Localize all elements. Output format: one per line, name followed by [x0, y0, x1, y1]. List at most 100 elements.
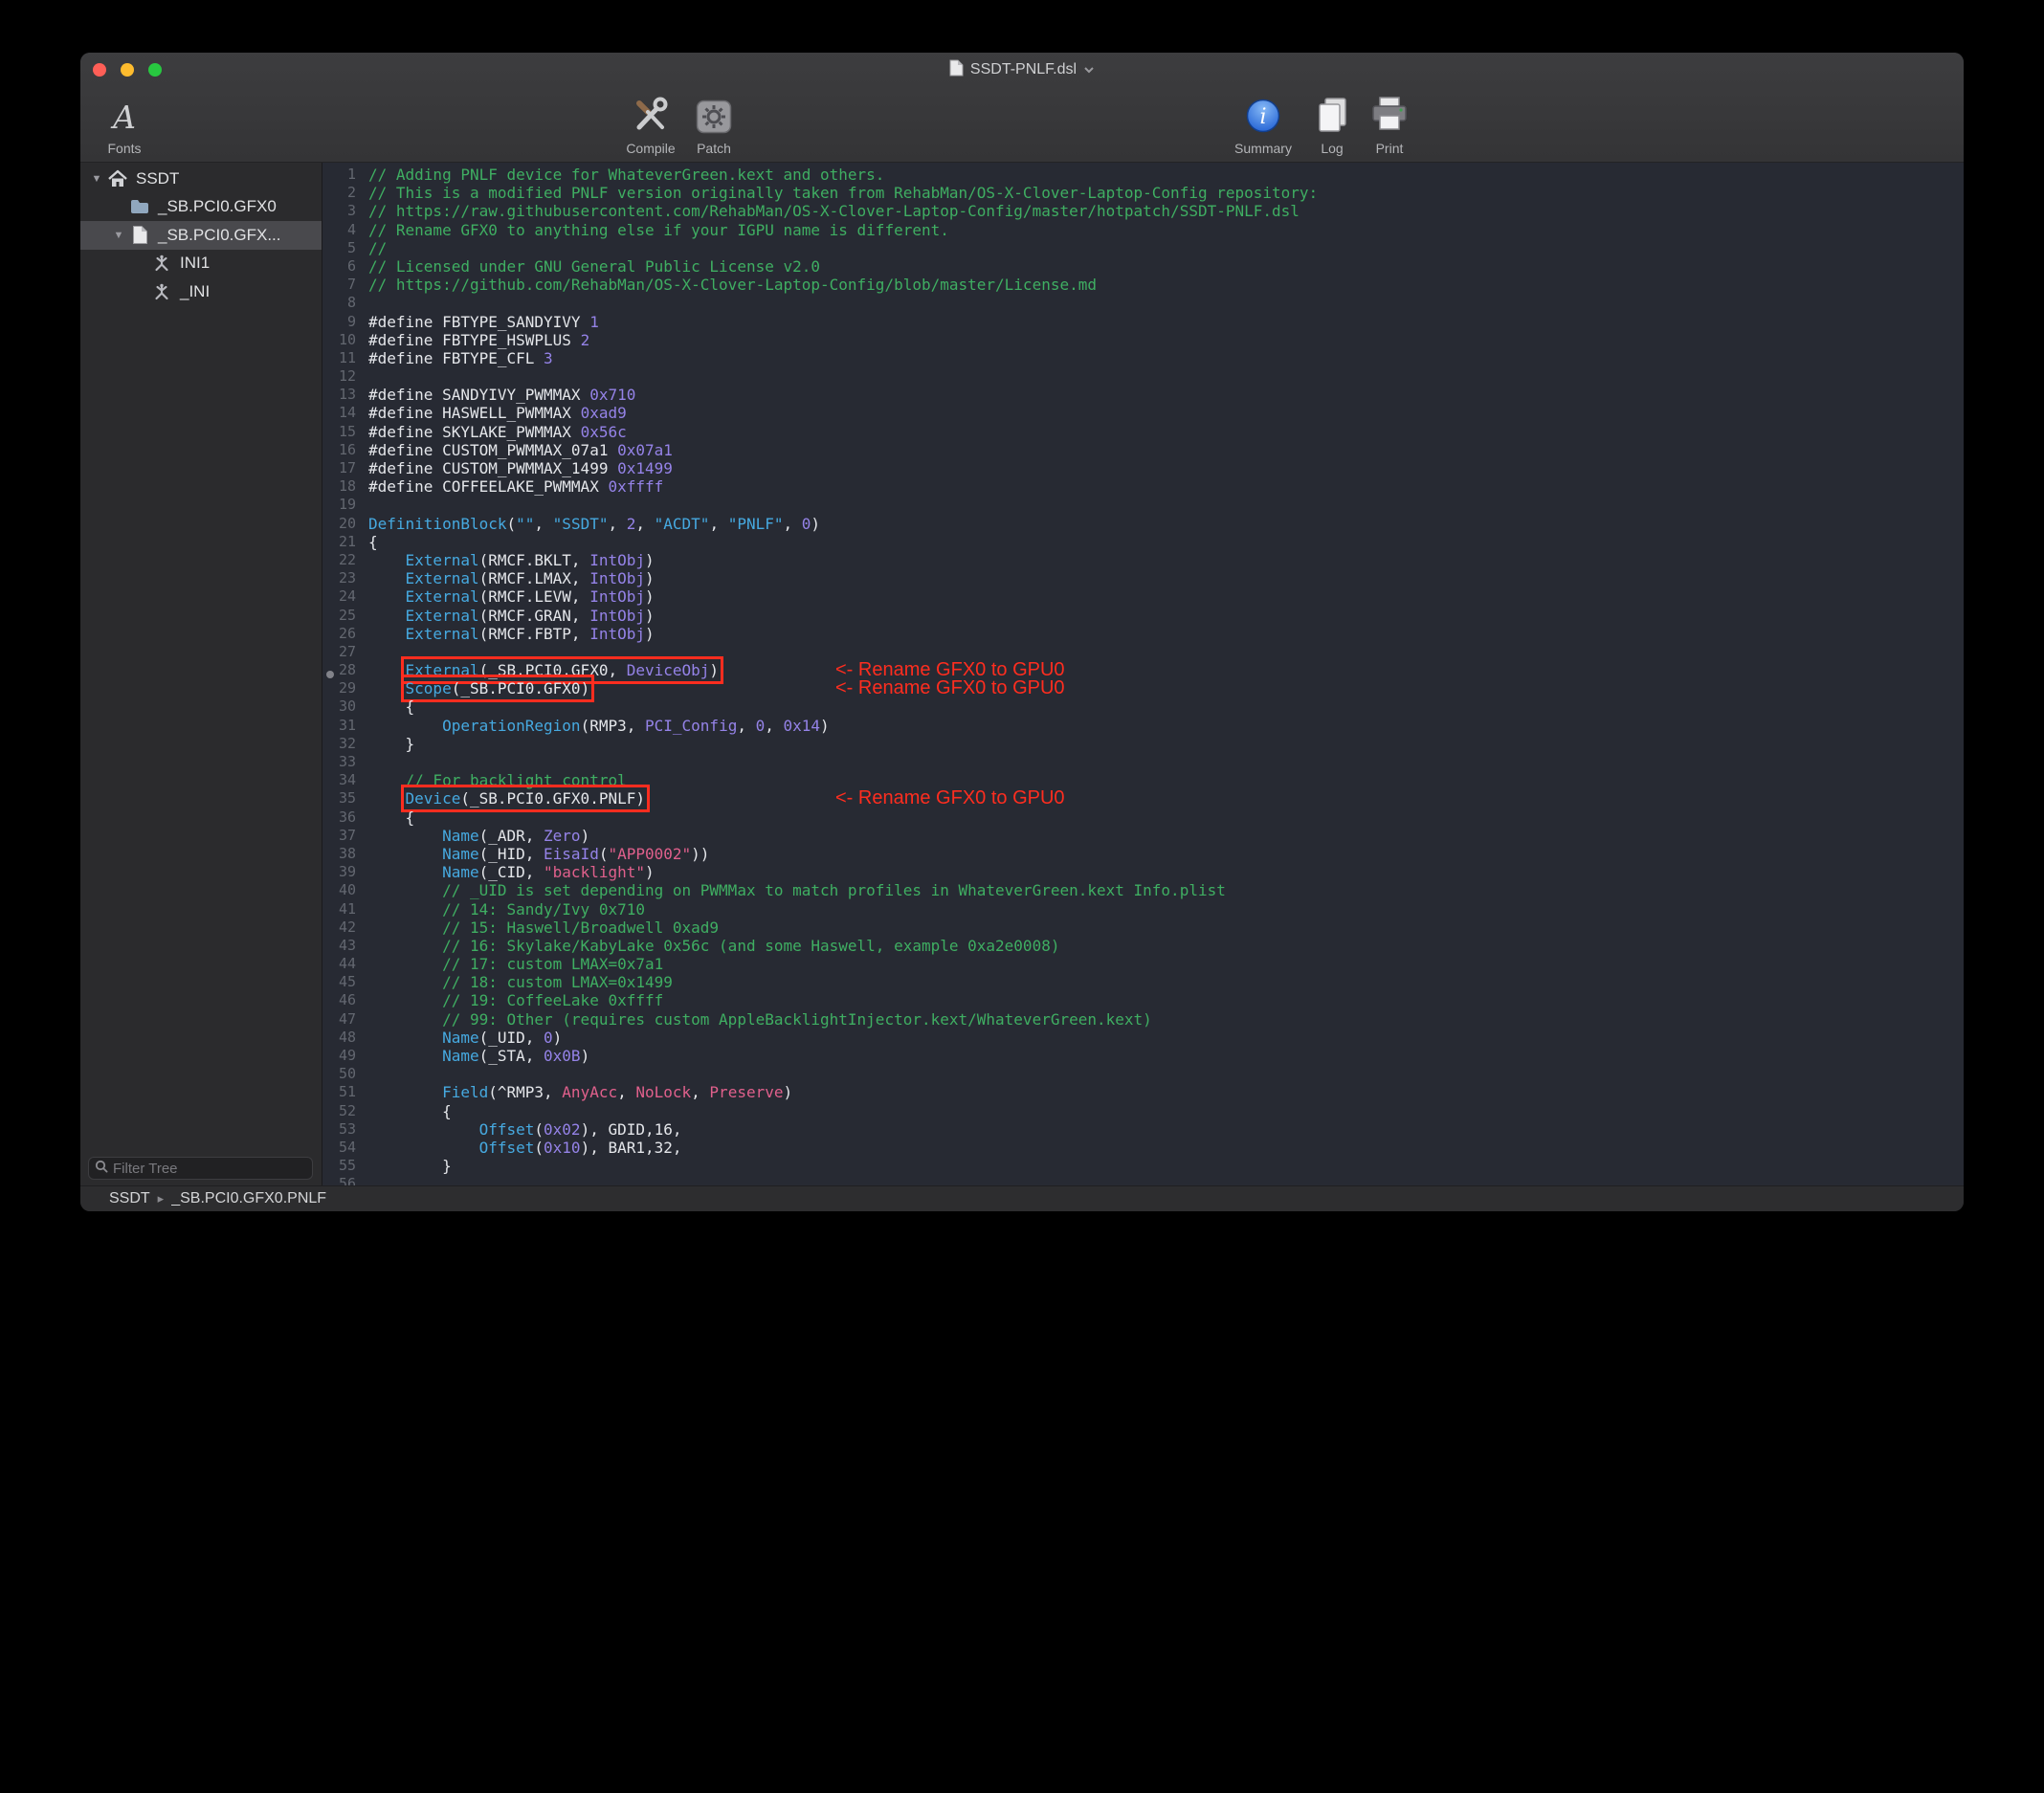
- code-text: DefinitionBlock("", "SSDT", 2, "ACDT", "…: [368, 515, 820, 533]
- fonts-button[interactable]: A Fonts: [94, 95, 155, 156]
- code-line[interactable]: 38 Name(_HID, EisaId("APP0002")): [322, 845, 1964, 863]
- log-label: Log: [1321, 141, 1343, 156]
- code-line[interactable]: 34 // For backlight control: [322, 771, 1964, 789]
- line-number: 30: [322, 697, 356, 716]
- tree-item-label: _SB.PCI0.GFX0: [158, 197, 277, 216]
- code-line[interactable]: 33: [322, 753, 1964, 771]
- code-area: 1// Adding PNLF device for WhateverGreen…: [322, 166, 1964, 1185]
- method-icon: [149, 282, 174, 301]
- compile-button[interactable]: Compile: [622, 95, 679, 156]
- close-button[interactable]: [93, 63, 106, 77]
- code-text: Device(_SB.PCI0.GFX0.PNLF): [368, 789, 645, 808]
- tree-item-label: INI1: [180, 254, 210, 273]
- minimize-button[interactable]: [121, 63, 134, 77]
- code-line[interactable]: 48 Name(_UID, 0): [322, 1029, 1964, 1047]
- line-number: 48: [322, 1029, 356, 1047]
- patch-button[interactable]: Patch: [685, 95, 743, 156]
- disclosure-triangle-icon[interactable]: ▼: [110, 230, 127, 241]
- code-text: #define SKYLAKE_PWMMAX 0x56c: [368, 423, 627, 441]
- code-line[interactable]: 41 // 14: Sandy/Ivy 0x710: [322, 900, 1964, 919]
- line-number: 17: [322, 459, 356, 477]
- code-line[interactable]: 18#define COFFEELAKE_PWMMAX 0xffff: [322, 477, 1964, 496]
- code-line[interactable]: 35 Device(_SB.PCI0.GFX0.PNLF)<- Rename G…: [322, 789, 1964, 808]
- code-line[interactable]: 6// Licensed under GNU General Public Li…: [322, 257, 1964, 276]
- code-line[interactable]: 37 Name(_ADR, Zero): [322, 827, 1964, 845]
- code-line[interactable]: 23 External(RMCF.LMAX, IntObj): [322, 569, 1964, 587]
- code-line[interactable]: 53 Offset(0x02), GDID,16,: [322, 1120, 1964, 1139]
- tree-item--ini[interactable]: _INI: [80, 277, 322, 306]
- code-line[interactable]: 14#define HASWELL_PWMMAX 0xad9: [322, 404, 1964, 422]
- code-line[interactable]: 9#define FBTYPE_SANDYIVY 1: [322, 313, 1964, 331]
- tree-item-ini1[interactable]: INI1: [80, 250, 322, 278]
- code-line[interactable]: 42 // 15: Haswell/Broadwell 0xad9: [322, 919, 1964, 937]
- code-line[interactable]: 39 Name(_CID, "backlight"): [322, 863, 1964, 881]
- title-chevron-down-icon[interactable]: [1083, 61, 1095, 78]
- svg-text:i: i: [1259, 105, 1266, 129]
- code-editor[interactable]: 1// Adding PNLF device for WhateverGreen…: [322, 163, 1964, 1185]
- code-line[interactable]: 47 // 99: Other (requires custom AppleBa…: [322, 1010, 1964, 1029]
- code-line[interactable]: 15#define SKYLAKE_PWMMAX 0x56c: [322, 423, 1964, 441]
- code-line[interactable]: 56: [322, 1175, 1964, 1185]
- breadcrumb-segment[interactable]: _SB.PCI0.GFX0.PNLF: [171, 1190, 326, 1207]
- code-line[interactable]: 3// https://raw.githubusercontent.com/Re…: [322, 202, 1964, 220]
- code-line[interactable]: 10#define FBTYPE_HSWPLUS 2: [322, 331, 1964, 349]
- print-button[interactable]: Print: [1363, 95, 1416, 156]
- document-proxy-icon[interactable]: [949, 59, 964, 81]
- code-line[interactable]: 12: [322, 367, 1964, 386]
- line-number: 16: [322, 441, 356, 459]
- code-line[interactable]: 7// https://github.com/RehabMan/OS-X-Clo…: [322, 276, 1964, 294]
- code-line[interactable]: 45 // 18: custom LMAX=0x1499: [322, 973, 1964, 991]
- tree-item-ssdt[interactable]: ▼SSDT: [80, 165, 322, 193]
- code-line[interactable]: 55 }: [322, 1157, 1964, 1175]
- breadcrumb-segment[interactable]: SSDT: [109, 1190, 150, 1207]
- code-line[interactable]: 11#define FBTYPE_CFL 3: [322, 349, 1964, 367]
- code-line[interactable]: 52 {: [322, 1102, 1964, 1120]
- code-line[interactable]: 32 }: [322, 735, 1964, 753]
- code-line[interactable]: 31 OperationRegion(RMP3, PCI_Config, 0, …: [322, 717, 1964, 735]
- method-icon: [149, 254, 174, 273]
- line-number: 10: [322, 331, 356, 349]
- code-text: Offset(0x10), BAR1,32,: [368, 1139, 682, 1157]
- code-line[interactable]: 26 External(RMCF.FBTP, IntObj): [322, 625, 1964, 643]
- code-line[interactable]: 17#define CUSTOM_PWMMAX_1499 0x1499: [322, 459, 1964, 477]
- code-line[interactable]: 36 {: [322, 808, 1964, 827]
- line-number: 3: [322, 202, 356, 220]
- code-line[interactable]: 51 Field(^RMP3, AnyAcc, NoLock, Preserve…: [322, 1083, 1964, 1101]
- code-line[interactable]: 21{: [322, 533, 1964, 551]
- code-text: }: [368, 735, 414, 753]
- code-line[interactable]: 40 // _UID is set depending on PWMMax to…: [322, 881, 1964, 899]
- summary-button[interactable]: i Summary: [1231, 95, 1296, 156]
- code-line[interactable]: 20 DefinitionBlock("", "SSDT", 2, "ACDT",…: [322, 515, 1964, 533]
- code-line[interactable]: 16#define CUSTOM_PWMMAX_07a1 0x07a1: [322, 441, 1964, 459]
- titlebar[interactable]: SSDT-PNLF.dsl: [80, 53, 1964, 87]
- code-line[interactable]: 22 External(RMCF.BKLT, IntObj): [322, 551, 1964, 569]
- rename-highlight-box: External(_SB.PCI0.GFX0, DeviceObj): [406, 661, 720, 679]
- tree-item--sb-pci0-gfx-[interactable]: ▼_SB.PCI0.GFX...: [80, 221, 322, 250]
- code-line[interactable]: 25 External(RMCF.GRAN, IntObj): [322, 607, 1964, 625]
- code-line[interactable]: 24 External(RMCF.LEVW, IntObj): [322, 587, 1964, 606]
- code-line[interactable]: 27: [322, 643, 1964, 661]
- code-line[interactable]: 13#define SANDYIVY_PWMMAX 0x710: [322, 386, 1964, 404]
- filter-tree-input[interactable]: [113, 1161, 306, 1177]
- code-line[interactable]: 8: [322, 294, 1964, 312]
- code-line[interactable]: 4// Rename GFX0 to anything else if your…: [322, 221, 1964, 239]
- disclosure-triangle-icon[interactable]: ▼: [88, 173, 105, 185]
- code-line[interactable]: 43 // 16: Skylake/KabyLake 0x56c (and so…: [322, 937, 1964, 955]
- line-number: 20: [322, 515, 356, 533]
- code-line[interactable]: 44 // 17: custom LMAX=0x7a1: [322, 955, 1964, 973]
- code-line[interactable]: 54 Offset(0x10), BAR1,32,: [322, 1139, 1964, 1157]
- code-line[interactable]: 29 Scope(_SB.PCI0.GFX0)<- Rename GFX0 to…: [322, 679, 1964, 697]
- line-number: 24: [322, 587, 356, 606]
- tree-item--sb-pci0-gfx0[interactable]: _SB.PCI0.GFX0: [80, 193, 322, 222]
- code-line[interactable]: 49 Name(_STA, 0x0B): [322, 1047, 1964, 1065]
- log-button[interactable]: Log: [1305, 95, 1359, 156]
- code-line[interactable]: 28 External(_SB.PCI0.GFX0, DeviceObj)<- …: [322, 661, 1964, 679]
- code-line[interactable]: 30 {: [322, 697, 1964, 716]
- code-line[interactable]: 5//: [322, 239, 1964, 257]
- code-line[interactable]: 2// This is a modified PNLF version orig…: [322, 184, 1964, 202]
- zoom-button[interactable]: [148, 63, 162, 77]
- code-line[interactable]: 19: [322, 496, 1964, 514]
- code-line[interactable]: 50: [322, 1065, 1964, 1083]
- code-line[interactable]: 46 // 19: CoffeeLake 0xffff: [322, 991, 1964, 1009]
- code-line[interactable]: 1// Adding PNLF device for WhateverGreen…: [322, 166, 1964, 184]
